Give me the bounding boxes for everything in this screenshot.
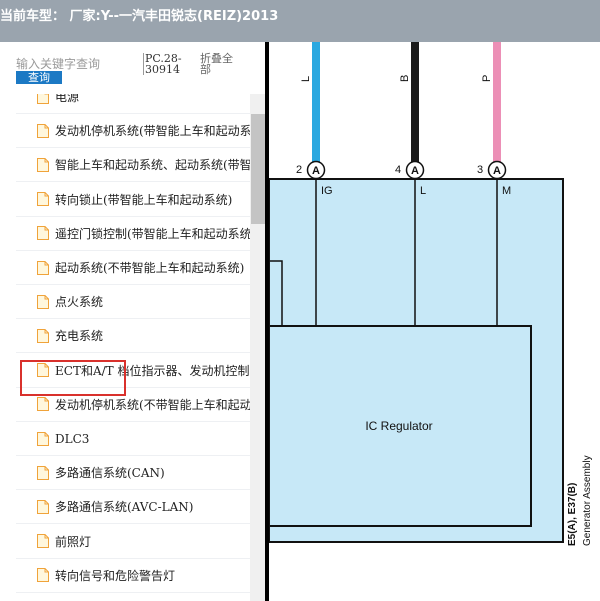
tree-scrollbar[interactable]: [250, 94, 266, 601]
tree-item[interactable]: DLC3: [16, 422, 250, 456]
component-name: Generator Assembly: [582, 455, 593, 546]
pin-number-1: 2: [296, 164, 302, 176]
document-icon: [37, 294, 49, 309]
tree-item[interactable]: 遥控门锁控制(带智能上车和起动系统): [16, 217, 250, 251]
document-icon: [37, 192, 49, 207]
tree-item-label: 起动系统(不带智能上车和起动系统): [55, 261, 245, 275]
tree-item-label: DLC3: [55, 431, 90, 446]
terminal-label-ig: IG: [321, 185, 333, 197]
tree-item-label: 前照灯: [55, 534, 92, 549]
search-area: 查询 PC.28-30914 折叠全部: [0, 42, 266, 94]
document-icon: [37, 397, 49, 412]
query-button[interactable]: 查询: [16, 71, 62, 84]
selection-highlight: [20, 360, 126, 396]
document-icon: [37, 94, 49, 104]
tree-item[interactable]: 电源: [16, 94, 250, 114]
search-input[interactable]: [16, 56, 136, 72]
document-icon: [37, 157, 49, 172]
tree-item-label: 多路通信系统(AVC-LAN): [55, 500, 194, 515]
tree-item-label: 发动机停机系统(带智能上车和起动系统): [55, 124, 250, 139]
navigation-panel: 查询 PC.28-30914 折叠全部 电源发动机停机系统(带智能上车和起动系统…: [0, 42, 266, 601]
wire-color-code-3: P: [481, 75, 493, 82]
connector-letter-2: A: [411, 165, 419, 177]
document-icon: [37, 568, 49, 583]
document-code: PC.28-30914: [143, 53, 191, 75]
tree-item-label: 发动机停机系统(不带智能上车和起动系统): [55, 397, 250, 412]
tree-item-label: 电源: [55, 94, 80, 104]
document-icon: [37, 465, 49, 480]
tree-item[interactable]: 转向信号和危险警告灯: [16, 559, 250, 593]
document-icon: [37, 123, 49, 138]
terminal-label-m: M: [502, 185, 511, 197]
tree-item[interactable]: 转向锁止(带智能上车和起动系统): [16, 183, 250, 217]
window-title-bar: 当前车型： 厂家:Y--一汽丰田锐志(REIZ)2013: [0, 0, 600, 42]
wire-color-code-1: L: [300, 76, 312, 82]
document-icon: [37, 431, 49, 446]
document-tree: 电源发动机停机系统(带智能上车和起动系统) 智能上车和起动系统、起动系统(带智能上…: [0, 94, 250, 601]
pin-number-3: 3: [477, 164, 483, 176]
document-icon: [37, 328, 49, 343]
document-icon: [37, 534, 49, 549]
wire-color-code-2: B: [399, 75, 411, 82]
tree-item[interactable]: 点火系统: [16, 285, 250, 320]
document-icon: [37, 499, 49, 514]
tree-item[interactable]: 发动机停机系统(带智能上车和起动系统): [16, 114, 250, 149]
scrollbar-thumb[interactable]: [251, 114, 265, 224]
tree-item-label: 智能上车和起动系统、起动系统(带智能上车和起动系统): [55, 158, 250, 173]
wiring-diagram-svg: L B P A A A 2 4 3 IG L M IC Regulator E5…: [269, 42, 593, 546]
tree-item[interactable]: 多路通信系统(AVC-LAN): [16, 490, 250, 525]
tree-item[interactable]: 起动系统(不带智能上车和起动系统): [16, 251, 250, 285]
tree-item[interactable]: 充电系统: [16, 319, 250, 354]
tree-item[interactable]: 前照灯: [16, 525, 250, 559]
pin-number-2: 4: [395, 164, 401, 176]
connector-letter-3: A: [493, 165, 501, 177]
tree-item-label: 点火系统: [55, 295, 104, 310]
tree-item-label: 遥控门锁控制(带智能上车和起动系统): [55, 226, 250, 241]
tree-item[interactable]: 尾灯和照明: [16, 593, 250, 601]
tree-item-label: 充电系统: [55, 329, 104, 344]
tree-item-label: 多路通信系统(CAN): [55, 466, 165, 481]
component-code: E5(A), E37(B): [567, 483, 578, 546]
document-icon: [37, 226, 49, 241]
window-title: 当前车型： 厂家:Y--一汽丰田锐志(REIZ)2013: [0, 9, 279, 24]
regulator-label: IC Regulator: [365, 419, 432, 433]
tree-item-label: 转向锁止(带智能上车和起动系统): [55, 192, 233, 207]
tree-item[interactable]: 多路通信系统(CAN): [16, 456, 250, 491]
wiring-diagram: L B P A A A 2 4 3 IG L M IC Regulator E5…: [269, 42, 600, 601]
connector-letter-1: A: [312, 165, 320, 177]
tree-item-label: 转向信号和危险警告灯: [55, 568, 176, 583]
tree-item[interactable]: 智能上车和起动系统、起动系统(带智能上车和起动系统): [16, 148, 250, 183]
document-icon: [37, 260, 49, 275]
terminal-label-l: L: [420, 185, 426, 197]
collapse-all-button[interactable]: 折叠全部: [200, 53, 240, 75]
